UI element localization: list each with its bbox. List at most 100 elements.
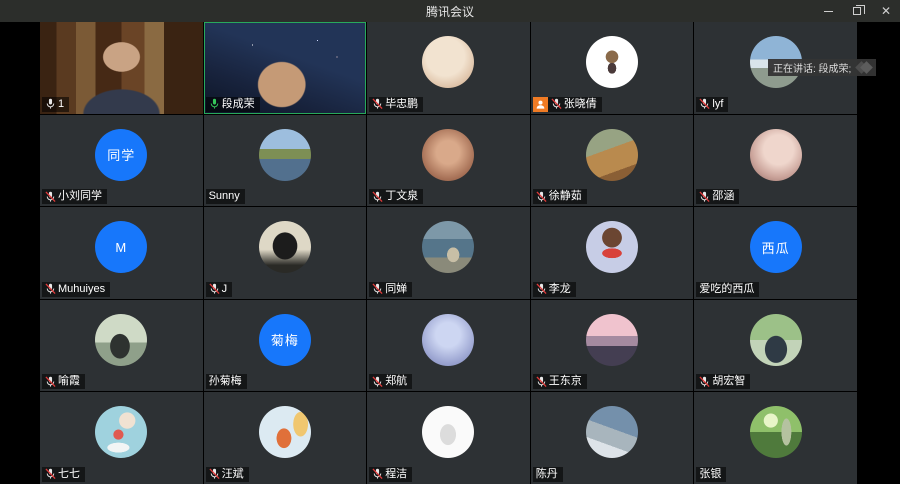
name-chip: 邵涵 — [696, 189, 740, 205]
participant-tile-4[interactable]: 张晓倩 — [530, 22, 694, 114]
participant-tile-22[interactable]: 汪斌 — [203, 392, 367, 484]
minimize-button[interactable] — [818, 2, 838, 20]
name-chip: lyf — [696, 96, 729, 112]
participant-name: 张晓倩 — [563, 97, 597, 110]
name-chip: 喻霞 — [42, 374, 85, 390]
window-controls: ✕ — [818, 0, 896, 22]
avatar — [586, 221, 639, 274]
name-chip: 毕忠鹏 — [369, 96, 424, 112]
name-chip: 爱吃的西瓜 — [696, 281, 760, 297]
name-chip: 1 — [42, 96, 70, 112]
participant-tile-12[interactable]: J — [203, 207, 367, 299]
participant-tile-18[interactable]: 郑航 — [367, 299, 530, 392]
participant-tile-11[interactable]: M Muhuiyes — [40, 207, 203, 299]
titlebar: 腾讯会议 ✕ — [0, 0, 900, 22]
participant-name: 邵涵 — [712, 190, 735, 203]
participant-tile-21[interactable]: 七七 — [40, 392, 203, 484]
avatar — [422, 313, 475, 366]
speaking-toast: 正在讲话: 段成荣; — [768, 59, 877, 76]
close-icon: ✕ — [880, 4, 892, 18]
avatar — [422, 406, 475, 459]
name-chip: J — [205, 281, 233, 297]
participant-tile-17[interactable]: 菊梅 孙菊梅 — [203, 299, 367, 392]
avatar — [749, 406, 802, 459]
window-title: 腾讯会议 — [425, 4, 474, 19]
participant-name: 汪斌 — [221, 467, 244, 480]
participant-name: 程洁 — [385, 467, 408, 480]
maximize-button[interactable] — [847, 2, 867, 20]
microphone-icon — [536, 191, 547, 203]
avatar — [95, 406, 148, 459]
name-chip: 程洁 — [369, 466, 413, 482]
avatar — [95, 313, 148, 366]
participant-tile-19[interactable]: 王东京 — [530, 299, 694, 392]
host-badge-icon — [532, 96, 548, 112]
participant-tile-2[interactable]: 段成荣 — [203, 22, 367, 114]
avatar — [422, 36, 475, 88]
participant-name: Muhuiyes — [58, 282, 106, 295]
participant-name: 爱吃的西瓜 — [699, 282, 755, 295]
microphone-icon — [536, 283, 547, 295]
participant-name: 小刘同学 — [58, 190, 102, 203]
name-chip: 孙菊梅 — [205, 374, 247, 390]
avatar: 西瓜 — [749, 221, 802, 274]
avatar — [258, 128, 311, 181]
participant-tile-7[interactable]: Sunny — [203, 114, 367, 207]
avatar: M — [95, 221, 148, 274]
avatar — [422, 221, 475, 274]
name-chip: 汪斌 — [205, 466, 249, 482]
participant-name: 郑航 — [385, 375, 408, 388]
name-chip: 段成荣 — [205, 96, 260, 112]
participant-name: 陈丹 — [535, 467, 558, 480]
microphone-icon — [45, 376, 56, 388]
participant-tile-8[interactable]: 丁文泉 — [367, 114, 530, 207]
name-chip: 丁文泉 — [369, 189, 424, 205]
microphone-icon — [699, 376, 710, 388]
participant-tile-9[interactable]: 徐静茹 — [530, 114, 694, 207]
close-button[interactable]: ✕ — [876, 2, 896, 20]
meeting-logo-icon — [855, 61, 874, 74]
speaking-toast-text: 正在讲话: 段成荣; — [773, 64, 852, 75]
microphone-icon — [45, 283, 56, 295]
participant-tile-14[interactable]: 李龙 — [530, 207, 694, 299]
name-chip: 张晓倩 — [532, 96, 602, 112]
participant-name: 王东京 — [548, 375, 582, 388]
name-chip: 徐静茹 — [532, 189, 587, 205]
participant-tile-13[interactable]: 同婵 — [367, 207, 530, 299]
name-chip: 郑航 — [369, 374, 413, 390]
microphone-icon — [372, 376, 383, 388]
avatar: 同学 — [95, 128, 148, 181]
participant-tile-6[interactable]: 同学 小刘同学 — [40, 114, 203, 207]
name-chip: 七七 — [42, 466, 85, 482]
avatar — [586, 313, 639, 366]
avatar — [586, 406, 639, 459]
participant-tile-20[interactable]: 胡宏智 — [694, 299, 857, 392]
participant-tile-10[interactable]: 邵涵 — [694, 114, 857, 207]
avatar — [749, 128, 802, 181]
name-chip: 张银 — [696, 466, 727, 482]
participant-name: 孙菊梅 — [208, 375, 242, 388]
participant-name: 喻霞 — [58, 375, 80, 388]
name-chip: Sunny — [205, 189, 245, 205]
participant-tile-3[interactable]: 毕忠鹏 — [367, 22, 530, 114]
participant-tile-24[interactable]: 陈丹 — [530, 392, 694, 484]
participant-tile-16[interactable]: 喻霞 — [40, 299, 203, 392]
minimize-icon — [823, 10, 833, 12]
participant-name: J — [221, 282, 228, 295]
participant-name: Sunny — [208, 190, 240, 203]
avatar — [749, 313, 802, 366]
participant-name: 毕忠鹏 — [385, 97, 419, 110]
microphone-icon — [699, 98, 710, 110]
participant-tile-15[interactable]: 西瓜 爱吃的西瓜 — [694, 207, 857, 299]
participant-tile-23[interactable]: 程洁 — [367, 392, 530, 484]
participant-name: 张银 — [699, 467, 722, 480]
microphone-icon — [372, 468, 383, 480]
participant-name: 段成荣 — [221, 97, 255, 110]
microphone-icon — [209, 283, 220, 295]
participant-tile-1[interactable]: 1 — [40, 22, 203, 114]
avatar — [422, 128, 475, 181]
participant-name: 1 — [58, 97, 65, 110]
microphone-icon — [209, 468, 220, 480]
participant-tile-25[interactable]: 张银 — [694, 392, 857, 484]
avatar — [258, 221, 311, 274]
